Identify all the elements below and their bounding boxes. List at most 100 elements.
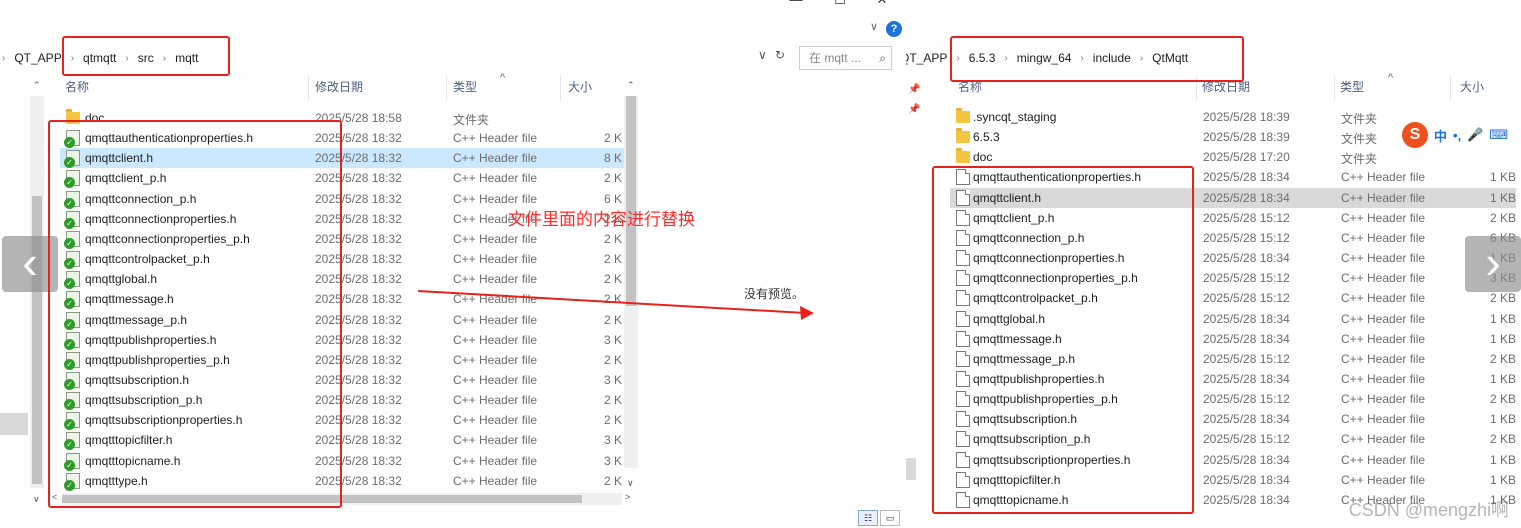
ime-punctuation-toggle[interactable]: •, — [1453, 128, 1461, 143]
refresh-icon[interactable]: ↻ — [775, 48, 785, 62]
annotation-box-source-files — [48, 120, 342, 508]
file-type: C++ Header file — [453, 171, 538, 186]
file-size: 2 KB — [1489, 392, 1516, 407]
file-date: 2025/5/28 18:34 — [1203, 190, 1290, 205]
file-size: 1 KB — [1489, 311, 1516, 326]
file-date: 2025/5/28 15:12 — [1203, 351, 1290, 366]
search-input[interactable]: 在 mqtt ... ⌕ — [799, 46, 892, 70]
column-divider[interactable] — [446, 76, 447, 100]
help-button[interactable]: ? — [886, 21, 902, 37]
file-type: C++ Header file — [453, 473, 538, 488]
file-type: C++ Header file — [453, 332, 538, 347]
scroll-down-icon[interactable]: ∨ — [627, 478, 634, 489]
folder-icon — [956, 148, 970, 164]
scroll-right-icon[interactable]: > — [625, 492, 630, 502]
annotation-box-target-path — [950, 36, 1244, 82]
file-date: 2025/5/28 18:34 — [1203, 170, 1290, 185]
breadcrumb-qt-app[interactable]: QT_APP — [906, 51, 947, 65]
title-bar: — ☐ ✕ ∨ ? — [0, 0, 906, 38]
file-type: 文件夹 — [1341, 132, 1378, 147]
file-date: 2025/5/28 18:39 — [1203, 110, 1290, 124]
file-type: C++ Header file — [453, 131, 538, 146]
nav-selected-item[interactable] — [906, 458, 916, 480]
file-name: 6.5.3 — [973, 130, 1000, 145]
column-divider[interactable] — [1450, 76, 1451, 100]
file-type: 文件夹 — [1341, 152, 1378, 167]
file-size: 2 K — [603, 272, 622, 287]
file-type: C++ Header file — [453, 272, 538, 287]
file-date: 2025/5/28 15:12 — [1203, 291, 1290, 306]
column-header-type[interactable]: 类型 — [453, 78, 477, 100]
microphone-icon[interactable]: 🎤 — [1467, 127, 1483, 143]
file-type: C++ Header file — [1341, 472, 1426, 487]
column-header-type[interactable]: 类型 — [1340, 78, 1364, 100]
file-type: C++ Header file — [453, 413, 538, 428]
file-list-scrollbar[interactable] — [624, 96, 638, 468]
file-size: 3 K — [603, 453, 622, 468]
preview-view-icon[interactable]: ▭ — [880, 510, 900, 526]
file-date: 2025/5/28 18:34 — [1203, 371, 1290, 386]
keyboard-icon[interactable]: ⌨ — [1489, 127, 1508, 143]
file-type: C++ Header file — [453, 312, 538, 327]
next-image-button[interactable]: › — [1465, 236, 1521, 292]
file-list-scrollbar-thumb[interactable] — [626, 96, 636, 306]
file-size: 8 K — [603, 151, 622, 166]
breadcrumb-qt-app[interactable]: QT_APP — [14, 51, 61, 65]
file-name: doc — [973, 150, 993, 165]
close-button[interactable]: ✕ — [868, 0, 896, 10]
file-type: C++ Header file — [1341, 251, 1426, 266]
file-type: C++ Header file — [453, 151, 538, 166]
sogou-logo-icon[interactable]: S — [1402, 122, 1428, 148]
scroll-up-icon[interactable]: ⌃ — [627, 80, 635, 91]
pin-icon[interactable]: 📌 — [908, 84, 920, 95]
nav-selected-item[interactable] — [0, 413, 28, 435]
file-size: 3 K — [603, 433, 622, 448]
file-date: 2025/5/28 15:12 — [1203, 210, 1290, 225]
column-header-name[interactable]: 名称 — [65, 78, 89, 100]
file-date: 2025/5/28 15:12 — [1203, 392, 1290, 407]
file-date: 2025/5/28 18:34 — [1203, 412, 1290, 427]
file-type: C++ Header file — [1341, 331, 1426, 346]
column-divider[interactable] — [1334, 76, 1335, 100]
file-size: 1 KB — [1489, 170, 1516, 185]
maximize-button[interactable]: ☐ — [826, 0, 854, 10]
sort-ascending-icon: ^ — [1388, 72, 1394, 84]
file-size: 2 KB — [1489, 432, 1516, 447]
file-type: C++ Header file — [453, 453, 538, 468]
chevron-down-icon[interactable]: ∨ — [870, 20, 878, 33]
file-type: C++ Header file — [453, 292, 538, 307]
file-date: 2025/5/28 15:12 — [1203, 230, 1290, 245]
column-divider[interactable] — [308, 76, 309, 100]
scroll-down-icon[interactable]: ∨ — [33, 494, 40, 505]
file-size: 1 KB — [1489, 190, 1516, 205]
column-header-date[interactable]: 修改日期 — [315, 78, 363, 100]
details-view-icon[interactable]: ☷ — [858, 510, 878, 526]
file-size: 2 K — [603, 171, 622, 186]
file-type: C++ Header file — [1341, 311, 1426, 326]
folder-icon — [956, 128, 970, 144]
file-type: C++ Header file — [453, 372, 538, 387]
search-icon: ⌕ — [879, 51, 886, 65]
file-date: 2025/5/28 18:34 — [1203, 251, 1290, 266]
file-size: 3 K — [603, 372, 622, 387]
file-type: C++ Header file — [453, 252, 538, 267]
file-date: 2025/5/28 17:20 — [1203, 150, 1290, 165]
file-size: 1 KB — [1489, 371, 1516, 386]
file-type: C++ Header file — [1341, 271, 1426, 286]
file-type: 文件夹 — [453, 113, 490, 127]
search-placeholder: 在 mqtt ... — [809, 51, 862, 65]
folder-row[interactable]: doc 2025/5/28 17:20 文件夹 — [950, 147, 1516, 167]
nav-scrollbar[interactable] — [30, 96, 44, 488]
file-type: C++ Header file — [1341, 291, 1426, 306]
column-header-size[interactable]: 大小 — [568, 78, 592, 100]
file-type: C++ Header file — [453, 393, 538, 408]
scroll-up-icon[interactable]: ⌃ — [33, 80, 41, 91]
file-size: 2 K — [603, 292, 622, 307]
address-dropdown-icon[interactable]: ∨ — [758, 48, 767, 62]
minimize-button[interactable]: — — [782, 0, 810, 10]
file-type: C++ Header file — [1341, 452, 1426, 467]
column-header-size[interactable]: 大小 — [1460, 78, 1484, 100]
column-divider[interactable] — [560, 76, 561, 100]
pin-icon[interactable]: 📌 — [908, 104, 920, 115]
ime-language-toggle[interactable]: 中 — [1434, 126, 1447, 145]
